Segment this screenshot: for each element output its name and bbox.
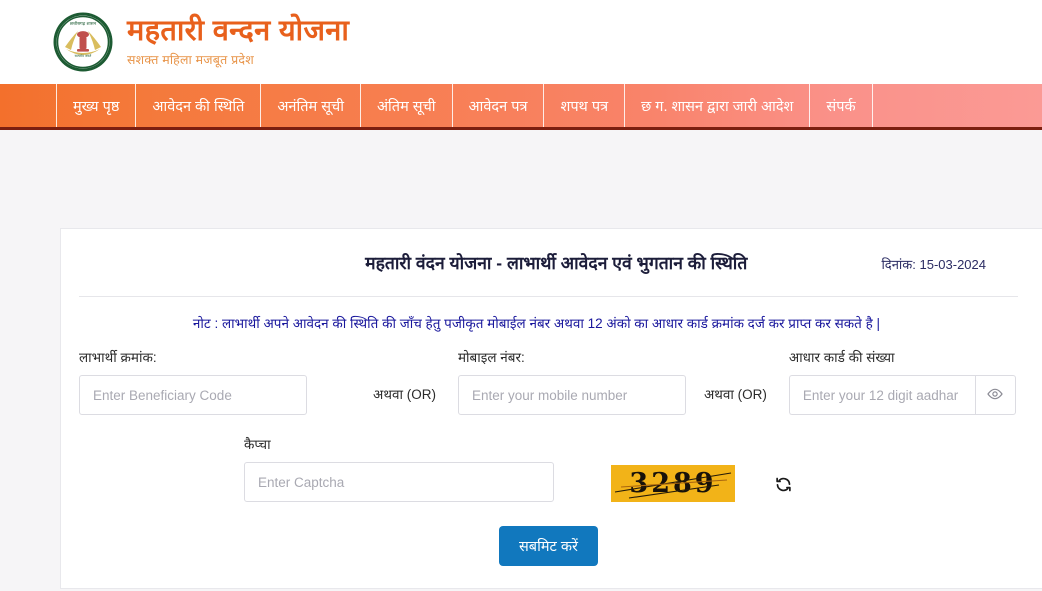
nav-item-application-form[interactable]: आवेदन पत्र bbox=[453, 84, 545, 127]
aadhar-visibility-toggle[interactable] bbox=[974, 375, 1016, 415]
current-date: दिनांक: 15-03-2024 bbox=[881, 257, 986, 272]
site-header: छत्तीसगढ़ शासन सत्यमेव जयते महतारी वन्दन… bbox=[0, 0, 1042, 84]
beneficiary-code-input[interactable] bbox=[79, 375, 307, 415]
card-header: महतारी वंदन योजना - लाभार्थी आवेदन एवं भ… bbox=[61, 229, 1042, 275]
mobile-field-group: मोबाइल नंबर: bbox=[457, 348, 686, 415]
captcha-input[interactable] bbox=[244, 462, 554, 502]
beneficiary-field-group: लाभार्थी क्रमांक: bbox=[79, 348, 307, 415]
instruction-note: नोट : लाभार्थी अपने आवेदन की स्थिति की ज… bbox=[192, 316, 881, 331]
main-navigation: मुख्य पृष्ठ आवेदन की स्थिति अनंतिम सूची … bbox=[0, 84, 1042, 130]
or-separator-1: अथवा (OR) bbox=[373, 387, 436, 402]
page-title: महतारी वंदन योजना - लाभार्थी आवेदन एवं भ… bbox=[365, 253, 748, 273]
captcha-field-group: कैप्चा bbox=[244, 435, 554, 502]
brand: छत्तीसगढ़ शासन सत्यमेव जयते महतारी वन्दन… bbox=[52, 11, 349, 73]
nav-item-affidavit[interactable]: शपथ पत्र bbox=[544, 84, 626, 127]
nav-left-spacer bbox=[0, 84, 56, 127]
identifier-row: लाभार्थी क्रमांक: अथवा (OR) मोबाइल नंबर:… bbox=[79, 348, 1042, 415]
site-tagline: सशक्त महिला मजबूत प्रदेश bbox=[127, 52, 254, 67]
nav-item-application-status[interactable]: आवेदन की स्थिति bbox=[136, 84, 262, 127]
chhattisgarh-government-emblem-icon: छत्तीसगढ़ शासन सत्यमेव जयते bbox=[52, 11, 114, 73]
captcha-row: कैप्चा 3289 bbox=[79, 415, 1042, 502]
svg-text:सत्यमेव जयते: सत्यमेव जयते bbox=[75, 53, 92, 58]
mobile-number-input[interactable] bbox=[457, 375, 686, 415]
captcha-label: कैप्चा bbox=[244, 437, 271, 452]
brand-text: महतारी वन्दन योजना सशक्त महिला मजबूत प्र… bbox=[127, 16, 349, 67]
mobile-label: मोबाइल नंबर: bbox=[457, 350, 525, 365]
captcha-refresh-button[interactable] bbox=[775, 476, 792, 502]
aadhar-number-input[interactable] bbox=[788, 375, 975, 415]
aadhar-label: आधार कार्ड की संख्या bbox=[788, 350, 895, 365]
status-card: महतारी वंदन योजना - लाभार्थी आवेदन एवं भ… bbox=[60, 228, 1042, 589]
nav-item-government-orders[interactable]: छ ग. शासन द्वारा जारी आदेश bbox=[625, 84, 811, 127]
captcha-noise-lines bbox=[614, 472, 732, 499]
beneficiary-label: लाभार्थी क्रमांक: bbox=[79, 350, 157, 365]
site-title: महतारी वन्दन योजना bbox=[127, 15, 350, 48]
nav-item-contact[interactable]: संपर्क bbox=[810, 84, 873, 127]
submit-row: सबमिट करें bbox=[79, 502, 1042, 566]
or-separator-2: अथवा (OR) bbox=[703, 387, 767, 402]
eye-icon bbox=[987, 386, 1004, 405]
captcha-image: 3289 bbox=[611, 465, 735, 502]
refresh-icon bbox=[775, 476, 792, 496]
nav-right-spacer bbox=[873, 84, 1042, 127]
nav-item-provisional-list[interactable]: अनंतिम सूची bbox=[261, 84, 361, 127]
nav-item-home[interactable]: मुख्य पृष्ठ bbox=[56, 84, 137, 127]
aadhar-field-group: आधार कार्ड की संख्या bbox=[788, 348, 1016, 415]
nav-item-final-list[interactable]: अंतिम सूची bbox=[361, 84, 453, 127]
submit-button[interactable]: सबमिट करें bbox=[499, 526, 598, 566]
aadhar-input-group bbox=[788, 375, 1016, 415]
submit-row-spacer bbox=[79, 526, 499, 566]
page-body: महतारी वंदन योजना - लाभार्थी आवेदन एवं भ… bbox=[0, 130, 1042, 589]
status-lookup-form: लाभार्थी क्रमांक: अथवा (OR) मोबाइल नंबर:… bbox=[61, 332, 1042, 566]
svg-text:छत्तीसगढ़ शासन: छत्तीसगढ़ शासन bbox=[70, 21, 97, 27]
